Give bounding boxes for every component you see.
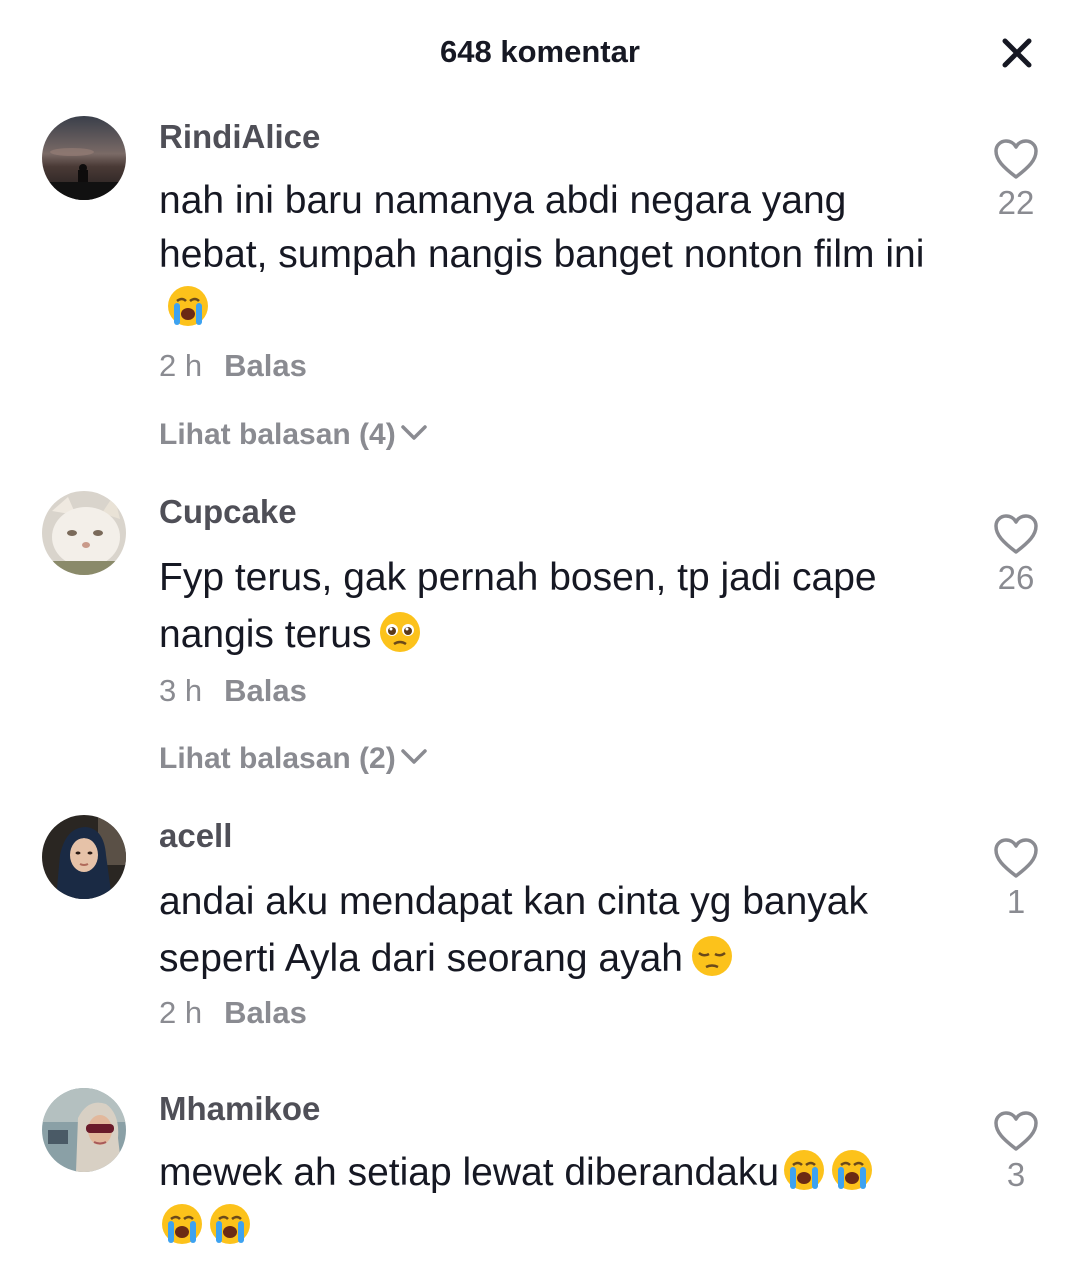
comment-item: Cupcake Fyp terus, gak pernah bosen, tp … bbox=[0, 491, 1080, 791]
close-button[interactable] bbox=[994, 30, 1040, 76]
loudly-crying-face-emoji bbox=[781, 1147, 827, 1193]
comment-item: RindiAlice nah ini baru namanya abdi neg… bbox=[0, 116, 1080, 456]
heart-icon bbox=[994, 838, 1038, 878]
comment-text: andai aku mendapat kan cinta yg banyak s… bbox=[159, 873, 959, 987]
comment-count-title: 648 komentar bbox=[440, 34, 640, 69]
comment-meta: 2 h Balas bbox=[159, 995, 307, 1031]
avatar[interactable] bbox=[42, 1088, 126, 1172]
avatar[interactable] bbox=[42, 491, 126, 575]
comment-time: 2 h bbox=[159, 348, 203, 383]
comments-sheet: 648 komentar RindiAlice nah ini baru nam… bbox=[0, 0, 1080, 1268]
comment-username[interactable]: RindiAlice bbox=[159, 118, 320, 156]
like-button[interactable]: 1 bbox=[976, 837, 1056, 921]
loudly-crying-face-emoji bbox=[165, 283, 211, 329]
comment-text-content: mewek ah setiap lewat diberandaku bbox=[159, 1151, 780, 1194]
view-replies-button[interactable]: Lihat balasan (4) bbox=[159, 418, 430, 452]
like-count: 26 bbox=[997, 559, 1035, 596]
like-count: 3 bbox=[1006, 1156, 1026, 1193]
view-replies-label: Lihat balasan (2) bbox=[159, 742, 396, 775]
loudly-crying-face-emoji bbox=[159, 1201, 205, 1247]
close-icon bbox=[1002, 38, 1032, 68]
chevron-down-icon bbox=[398, 421, 430, 443]
loudly-crying-face-emoji bbox=[829, 1147, 875, 1193]
comment-text: nah ini baru namanya abdi negara yang he… bbox=[159, 174, 959, 336]
comments-header: 648 komentar bbox=[0, 0, 1080, 106]
like-count: 22 bbox=[997, 184, 1035, 221]
comment-text-content: nah ini baru namanya abdi negara yang he… bbox=[159, 179, 925, 276]
comment-text-content: andai aku mendapat kan cinta yg banyak s… bbox=[159, 880, 868, 980]
reply-button[interactable]: Balas bbox=[224, 348, 307, 383]
comment-username[interactable]: Cupcake bbox=[159, 493, 297, 531]
avatar[interactable] bbox=[42, 116, 126, 200]
chevron-down-icon bbox=[398, 745, 430, 767]
heart-icon bbox=[994, 514, 1038, 554]
comment-time: 3 h bbox=[159, 673, 203, 708]
like-count: 1 bbox=[1006, 883, 1026, 920]
view-replies-button[interactable]: Lihat balasan (2) bbox=[159, 742, 430, 776]
comment-item: acell andai aku mendapat kan cinta yg ba… bbox=[0, 815, 1080, 1045]
comment-text-content: Fyp terus, gak pernah bosen, tp jadi cap… bbox=[159, 556, 877, 656]
like-button[interactable]: 22 bbox=[976, 138, 1056, 222]
comment-meta: 3 h Balas bbox=[159, 673, 307, 709]
view-replies-label: Lihat balasan (4) bbox=[159, 418, 396, 451]
heart-icon bbox=[994, 139, 1038, 179]
avatar[interactable] bbox=[42, 815, 126, 899]
pensive-face-emoji bbox=[689, 933, 735, 979]
like-button[interactable]: 26 bbox=[976, 513, 1056, 597]
pleading-face-emoji bbox=[377, 609, 423, 655]
heart-icon bbox=[994, 1111, 1038, 1151]
like-button[interactable]: 3 bbox=[976, 1110, 1056, 1194]
comment-text: Fyp terus, gak pernah bosen, tp jadi cap… bbox=[159, 549, 959, 663]
comment-username[interactable]: Mhamikoe bbox=[159, 1090, 320, 1128]
comment-time: 2 h bbox=[159, 995, 203, 1030]
comment-text: mewek ah setiap lewat diberandaku bbox=[159, 1146, 959, 1254]
reply-button[interactable]: Balas bbox=[224, 995, 307, 1030]
loudly-crying-face-emoji bbox=[207, 1201, 253, 1247]
comment-item: Mhamikoe mewek ah setiap lewat diberanda… bbox=[0, 1088, 1080, 1268]
reply-button[interactable]: Balas bbox=[224, 673, 307, 708]
comment-username[interactable]: acell bbox=[159, 817, 232, 855]
comment-meta: 2 h Balas bbox=[159, 348, 307, 384]
